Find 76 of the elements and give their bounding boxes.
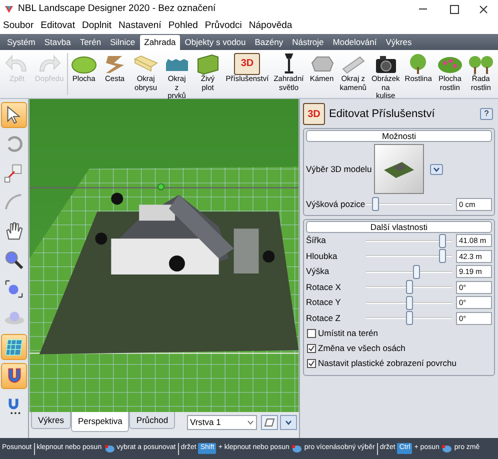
checkbox[interactable]	[307, 359, 316, 368]
menu-item[interactable]: Nápověda	[248, 18, 292, 34]
menu-item[interactable]: Nastavení	[118, 18, 162, 34]
field-label: Výška	[306, 265, 330, 278]
ribbon-tab[interactable]: Stavba	[40, 35, 75, 50]
ribbon-tab[interactable]: Bazény	[250, 35, 288, 50]
section-header: Další vlastnosti	[306, 221, 492, 233]
field-label: Rotace Z	[306, 312, 342, 325]
menu-item[interactable]: Doplnit	[82, 18, 112, 34]
field-label: Rotace Y	[306, 296, 342, 310]
model-dropdown-button[interactable]	[430, 164, 443, 174]
tool-button[interactable]	[1, 102, 27, 128]
model-preview[interactable]	[374, 144, 424, 194]
maximize-icon[interactable]	[450, 4, 459, 14]
chevron-down-icon	[247, 420, 254, 426]
layer-select[interactable]: Vrstva 1	[187, 415, 257, 430]
tool-button[interactable]	[1, 363, 27, 389]
menu-item[interactable]: Soubor	[3, 18, 34, 34]
slider[interactable]	[366, 249, 452, 264]
ribbon-tab[interactable]: Systém	[3, 35, 40, 50]
icon-label: 3D	[240, 59, 254, 69]
slider-thumb[interactable]	[438, 234, 446, 248]
checkbox-label: Změna ve všech osách	[318, 342, 406, 355]
layers-button[interactable]	[261, 415, 278, 430]
slider-thumb[interactable]	[406, 311, 413, 326]
slider[interactable]	[366, 234, 452, 248]
field-label: Výběr 3D modelu	[306, 162, 373, 176]
ribbon-tab[interactable]: Výkres	[382, 35, 416, 50]
checkbox[interactable]	[307, 329, 316, 338]
view-tab[interactable]: Průchod	[129, 412, 176, 430]
mouse-icon	[441, 444, 452, 453]
checkbox[interactable]	[307, 344, 316, 353]
slider[interactable]	[366, 264, 452, 279]
slider-thumb[interactable]	[438, 249, 446, 264]
ribbon-tab[interactable]: Modelování	[328, 35, 381, 50]
chevron-down-icon	[433, 166, 440, 172]
slider[interactable]	[366, 311, 452, 326]
section-header: Možnosti	[306, 130, 492, 142]
slider-thumb[interactable]	[412, 264, 420, 279]
ribbon-tab[interactable]: Terén	[76, 35, 106, 50]
menu-item[interactable]: Editovat	[40, 18, 75, 34]
dropdown-button[interactable]	[280, 415, 297, 430]
window-title: NBL Landscape Designer 2020 - Bez označení	[18, 2, 216, 16]
slider[interactable]	[366, 280, 452, 294]
field-label: Rotace X	[306, 280, 342, 294]
checkbox-label: Umístit na terén	[318, 327, 378, 340]
view-tab[interactable]: Perspektiva	[70, 412, 130, 432]
help-button[interactable]: ?	[480, 108, 493, 120]
panel-title: Editovat Příslušenství	[329, 106, 436, 122]
slider-thumb[interactable]	[406, 280, 413, 294]
mouse-icon	[104, 444, 115, 453]
close-icon[interactable]	[479, 4, 488, 14]
slider-thumb[interactable]	[372, 197, 379, 211]
app-logo-icon	[4, 4, 14, 14]
menu-item[interactable]: Průvodci	[204, 18, 242, 34]
ribbon-tab[interactable]: Zahrada	[140, 35, 180, 50]
ribbon-tab[interactable]: Silnice	[106, 35, 140, 50]
menu-item[interactable]: Pohled	[168, 18, 198, 34]
mouse-icon	[291, 444, 302, 453]
layers-icon	[264, 418, 275, 428]
slider[interactable]	[366, 296, 452, 310]
zoom-frame-icon	[3, 278, 25, 300]
ribbon-tab[interactable]: Nástroje	[288, 35, 328, 50]
checkbox-label: Nastavit plastické zobrazení povrchu	[318, 357, 456, 370]
ribbon-tab[interactable]: Objekty s vodou	[180, 35, 250, 50]
chevron-down-icon	[285, 420, 292, 426]
slider[interactable]	[366, 197, 452, 211]
zoom-icon	[3, 249, 25, 271]
field-label: Hloubka	[306, 250, 338, 263]
hedge-icon	[194, 53, 221, 75]
view-tab[interactable]: Výkres	[31, 412, 71, 430]
lamp-icon	[284, 53, 294, 75]
icon-label: 3D	[308, 108, 320, 122]
tree-row-icon	[468, 53, 494, 75]
field-label: Šířka	[306, 234, 327, 248]
slider-thumb[interactable]	[406, 296, 413, 310]
